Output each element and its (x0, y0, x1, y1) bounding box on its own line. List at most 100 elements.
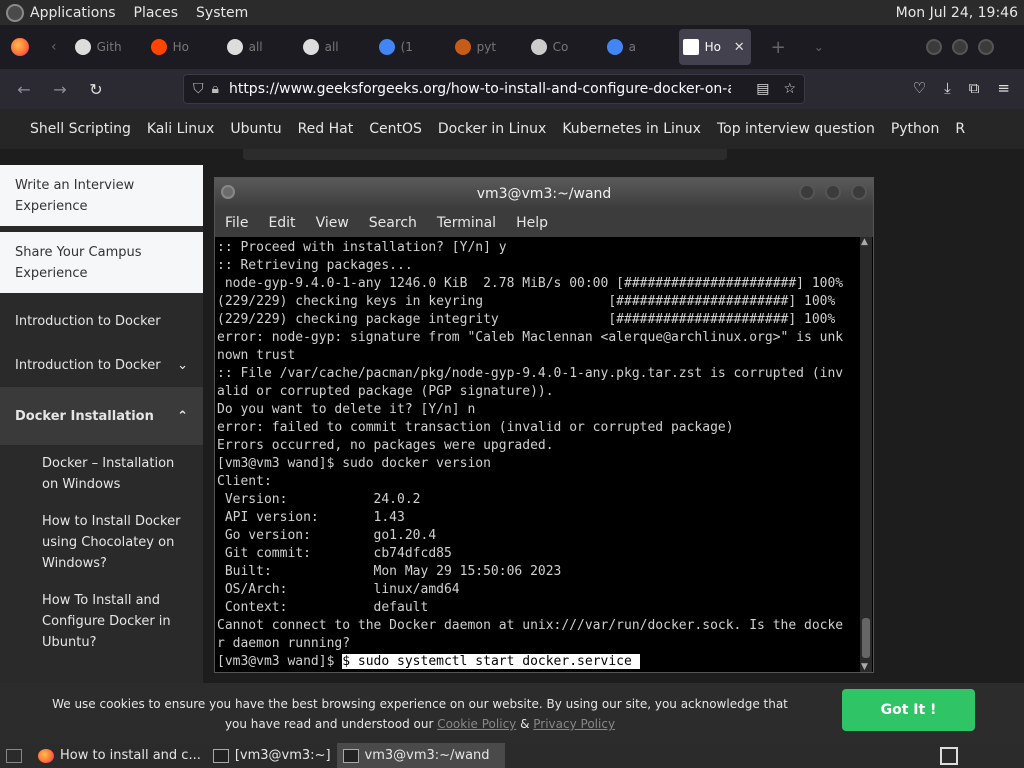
menu-edit[interactable]: Edit (268, 215, 295, 231)
maximize-icon[interactable] (952, 39, 968, 55)
cookie-text: We use cookies to ensure you have the be… (52, 697, 788, 731)
sidebar-subitem[interactable]: How To Install and Configure Docker in U… (0, 582, 203, 661)
minimize-icon[interactable] (926, 39, 942, 55)
back-icon[interactable]: ← (6, 80, 42, 99)
close-tab-icon[interactable]: ✕ (734, 40, 745, 55)
topic-link[interactable]: CentOS (369, 121, 422, 137)
browser-tab[interactable]: pyt (451, 29, 527, 65)
show-desktop-button[interactable] (0, 743, 32, 768)
clock[interactable]: Mon Jul 24, 19:46 (896, 5, 1018, 21)
terminal-titlebar[interactable]: vm3@vm3:~/wand (215, 178, 873, 209)
browser-tab[interactable]: Gith (71, 29, 147, 65)
browser-tab[interactable]: Co (527, 29, 603, 65)
sidebar-subitem[interactable]: Docker – Installation on Windows (0, 445, 203, 503)
terminal-scrollbar[interactable]: ▲ ▼ (860, 237, 872, 672)
privacy-policy-link[interactable]: Privacy Policy (533, 717, 615, 731)
close-window-icon[interactable] (851, 184, 867, 200)
terminal-current-command[interactable]: $ sudo systemctl start docker.service (342, 654, 640, 669)
topic-link[interactable]: Top interview question (717, 121, 875, 137)
topic-link[interactable]: Kubernetes in Linux (562, 121, 701, 137)
system-menu[interactable]: System (196, 5, 248, 21)
window-menu-icon[interactable] (221, 185, 235, 199)
downloads-icon[interactable]: ⤓ (944, 79, 951, 97)
sidebar: Write an Interview Experience Share Your… (0, 165, 203, 683)
share-campus-card[interactable]: Share Your Campus Experience (0, 232, 203, 293)
sidebar-item-introduction-expandable[interactable]: Introduction to Docker ⌄ (0, 343, 203, 387)
terminal-line: nown trust (217, 348, 296, 363)
menu-icon[interactable]: ≡ (997, 79, 1010, 97)
desktop-icon (6, 748, 22, 763)
chevron-up-icon: ⌃ (177, 408, 188, 424)
docker-icon (530, 39, 547, 55)
applications-menu[interactable]: Applications (30, 5, 116, 21)
terminal-prompt-line[interactable]: [vm3@vm3 wand]$ $ sudo systemctl start d… (217, 653, 859, 671)
write-interview-card[interactable]: Write an Interview Experience (0, 165, 203, 226)
firefox-icon (38, 748, 54, 763)
topic-link[interactable]: Docker in Linux (438, 121, 546, 137)
terminal-line: error: node-gyp: signature from "Caleb M… (217, 330, 844, 345)
terminal-line: Client: (217, 474, 272, 489)
terminal-line: OS/Arch: linux/amd64 (217, 582, 460, 597)
terminal-line: Errors occurred, no packages were upgrad… (217, 438, 554, 453)
scroll-up-icon[interactable]: ▲ (861, 237, 868, 247)
menu-file[interactable]: File (225, 215, 248, 231)
menu-view[interactable]: View (316, 215, 349, 231)
bookmark-star-icon[interactable]: ☆ (783, 81, 796, 97)
reload-icon[interactable]: ↻ (78, 80, 114, 99)
sidebar-subitem[interactable]: How to Install Docker using Chocolatey o… (0, 503, 203, 582)
topic-link[interactable]: Red Hat (298, 121, 354, 137)
browser-tab[interactable]: Ho (147, 29, 223, 65)
browser-tab[interactable]: a (603, 29, 679, 65)
terminal-output[interactable]: :: Proceed with installation? [Y/n] y:: … (215, 237, 859, 672)
reader-view-icon[interactable]: ▤ (756, 81, 769, 97)
topic-link[interactable]: R (955, 121, 965, 137)
menu-terminal[interactable]: Terminal (437, 215, 496, 231)
scroll-down-icon[interactable]: ▼ (861, 662, 868, 672)
close-window-icon[interactable] (978, 39, 994, 55)
taskbar-item-terminal[interactable]: [vm3@vm3:~] (207, 743, 337, 768)
browser-tab[interactable]: all (223, 29, 299, 65)
url-bar[interactable]: ⛉ 🔒︎ https://www.geeksforgeeks.org/how-t… (183, 74, 805, 104)
terminal-line: node-gyp-9.4.0-1-any 1246.0 KiB 2.78 MiB… (217, 276, 844, 291)
new-tab-icon[interactable]: + (771, 37, 786, 58)
terminal-line: Cannot connect to the Docker daemon at u… (217, 618, 844, 633)
browser-tab[interactable]: (1 (375, 29, 451, 65)
maximize-icon[interactable] (825, 184, 841, 200)
list-tabs-icon[interactable]: ⌄ (814, 40, 824, 54)
terminal-line: alid or corrupted package (PGP signature… (217, 384, 554, 399)
workspace-switcher-icon[interactable] (940, 746, 958, 765)
url-text[interactable]: https://www.geeksforgeeks.org/how-to-ins… (229, 81, 731, 97)
topic-link[interactable]: Kali Linux (147, 121, 214, 137)
terminal-line: Go version: go1.20.4 (217, 528, 437, 543)
chevron-down-icon: ⌄ (177, 357, 188, 373)
terminal-line: [vm3@vm3 wand]$ sudo docker version (217, 456, 491, 471)
menu-help[interactable]: Help (516, 215, 548, 231)
terminal-line: r daemon running? (217, 636, 351, 651)
menu-search[interactable]: Search (369, 215, 417, 231)
system-logo-icon[interactable] (6, 3, 24, 22)
terminal-window[interactable]: vm3@vm3:~/wand File Edit View Search Ter… (214, 177, 874, 673)
places-menu[interactable]: Places (134, 5, 179, 21)
extensions-icon[interactable]: ⧉ (969, 79, 980, 97)
terminal-line: Context: default (217, 600, 429, 615)
accept-cookies-button[interactable]: Got It ! (842, 689, 975, 731)
topic-link[interactable]: Ubuntu (230, 121, 281, 137)
pocket-icon[interactable]: ♡ (913, 79, 926, 97)
lock-icon[interactable]: 🔒︎ (212, 81, 219, 97)
browser-tab[interactable]: all (299, 29, 375, 65)
topic-link[interactable]: Shell Scripting (30, 121, 131, 137)
shield-icon[interactable]: ⛉ (193, 81, 204, 97)
sidebar-item-introduction[interactable]: Introduction to Docker (0, 299, 203, 343)
terminal-line: (229/229) checking keys in keyring [####… (217, 294, 836, 309)
taskbar-item-firefox[interactable]: How to install and c... (32, 743, 207, 768)
topic-link[interactable]: Python (891, 121, 940, 137)
sidebar-item-docker-installation[interactable]: Docker Installation ⌃ (0, 387, 203, 445)
browser-tab-active[interactable]: Ho ✕ (678, 29, 751, 65)
forward-icon[interactable]: → (42, 80, 78, 99)
tab-scroll-left-icon[interactable]: ‹ (51, 39, 57, 55)
scrollbar-thumb[interactable] (862, 618, 870, 658)
cookie-policy-link[interactable]: Cookie Policy (437, 717, 516, 731)
taskbar-item-terminal-active[interactable]: vm3@vm3:~/wand (336, 743, 505, 768)
reddit-icon (150, 39, 167, 55)
minimize-icon[interactable] (799, 184, 815, 200)
